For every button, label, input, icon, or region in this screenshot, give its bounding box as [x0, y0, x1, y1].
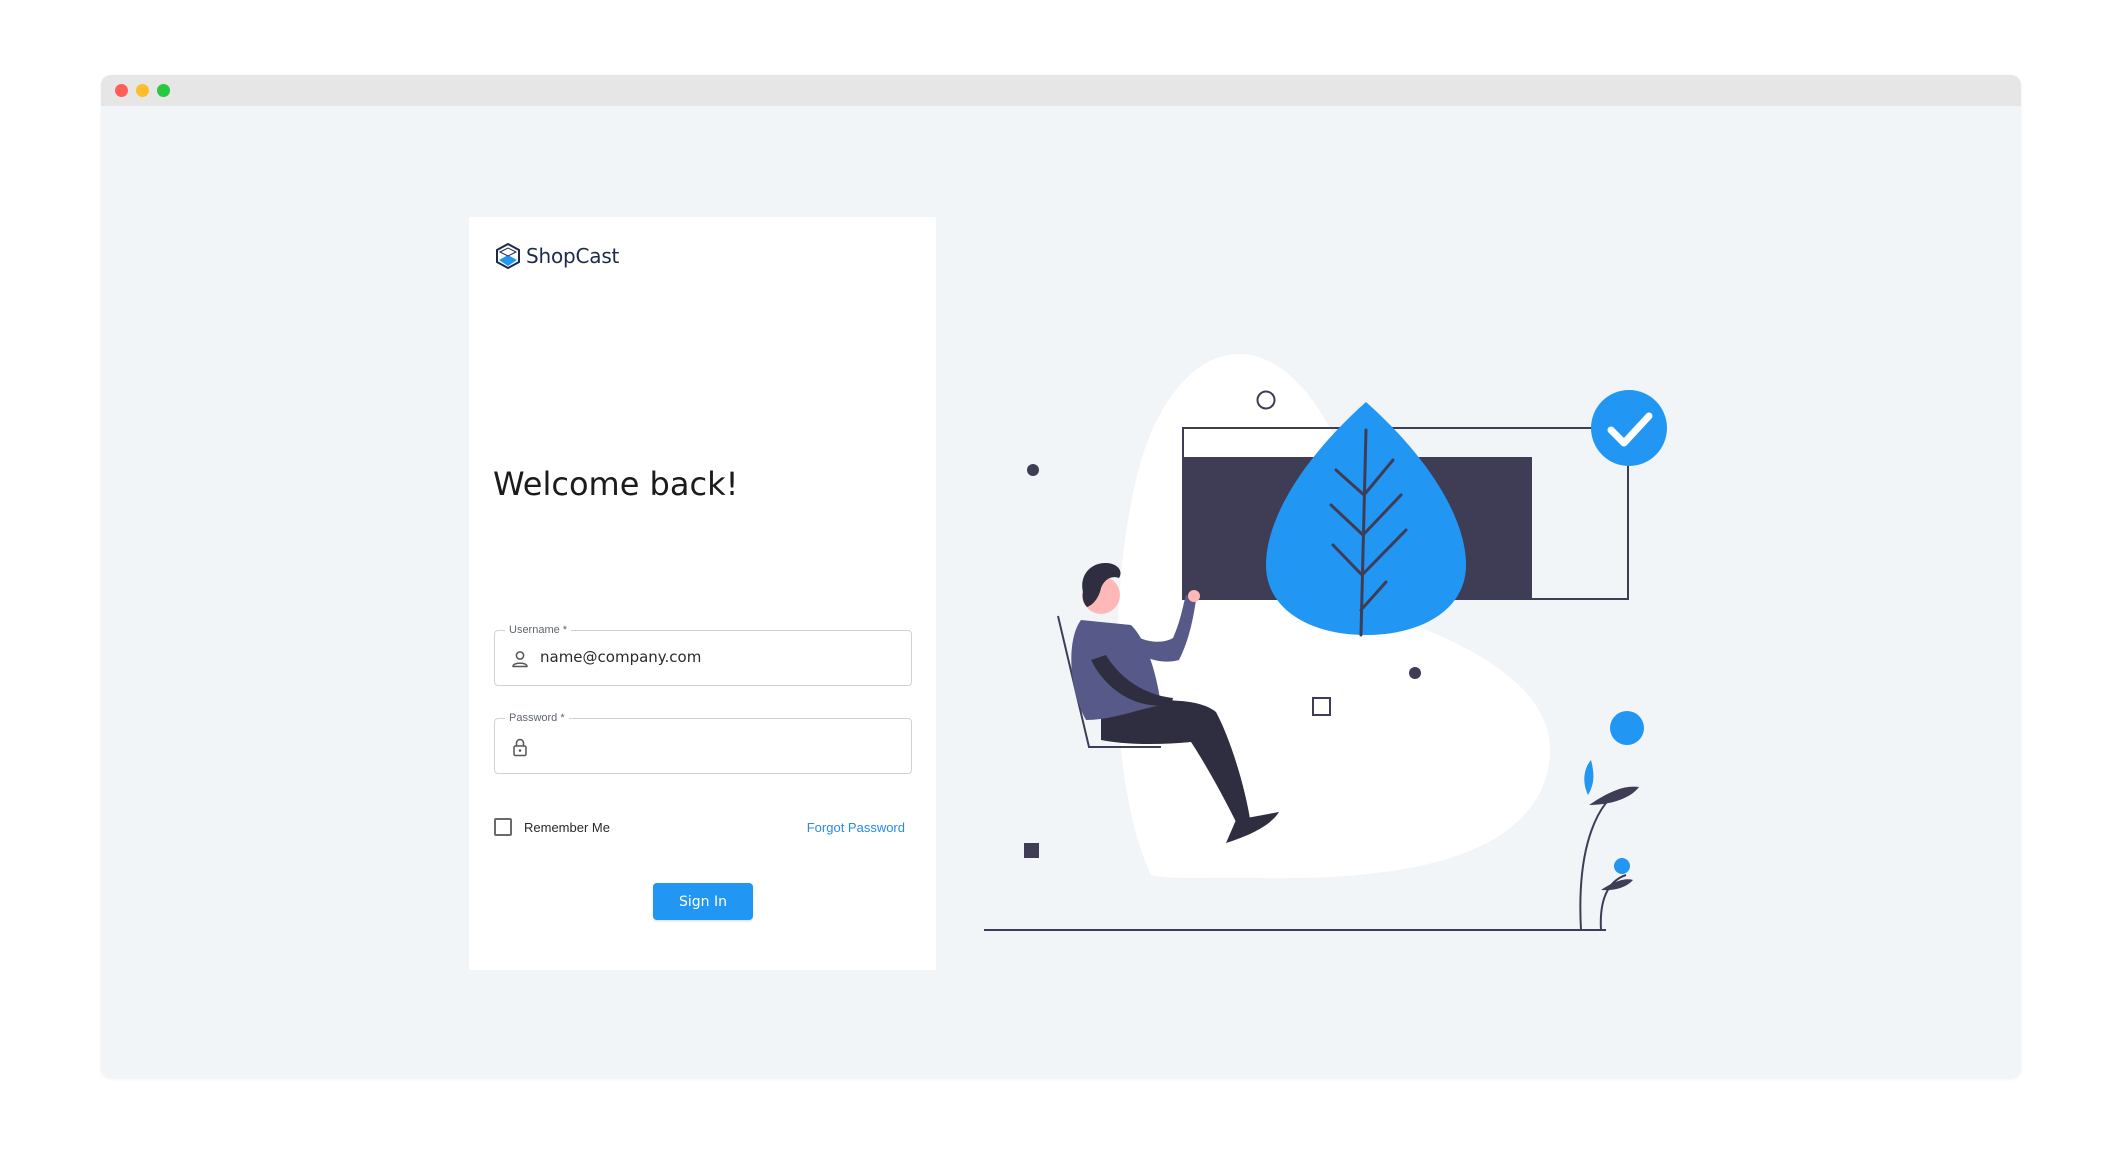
decor-square [1024, 843, 1039, 858]
person-hand [1188, 590, 1200, 602]
browser-window: ShopCast Welcome back! Username * Passwo… [101, 75, 2021, 1078]
remember-me-row: Remember Me [494, 818, 610, 836]
hexagon-logo-icon [496, 243, 520, 269]
user-icon [512, 651, 528, 668]
page-title: Welcome back! [493, 465, 739, 503]
window-title-bar [101, 75, 2021, 106]
plant-petal [1584, 760, 1594, 795]
login-card: ShopCast Welcome back! Username * Passwo… [469, 217, 936, 970]
username-field[interactable]: Username * [494, 622, 912, 686]
check-badge [1591, 390, 1667, 466]
password-field[interactable]: Password * [494, 710, 912, 774]
username-input[interactable] [540, 648, 900, 666]
remember-me-checkbox[interactable] [494, 818, 512, 836]
remember-me-label[interactable]: Remember Me [524, 820, 610, 835]
minimize-window-button[interactable] [136, 84, 149, 97]
decor-dot [1027, 464, 1039, 476]
password-label: Password * [505, 710, 569, 726]
plant-leaf [1601, 879, 1633, 891]
username-label: Username * [505, 622, 572, 638]
password-input[interactable] [540, 736, 900, 754]
sign-in-button[interactable]: Sign In [653, 883, 753, 920]
plant-flower [1614, 858, 1630, 874]
decor-dot [1409, 667, 1421, 679]
forgot-password-link[interactable]: Forgot Password [807, 820, 905, 835]
plant-flower [1610, 711, 1644, 745]
plant-leaf [1589, 786, 1639, 805]
lock-icon [513, 738, 527, 757]
login-illustration [984, 353, 1667, 931]
brand-name: ShopCast [526, 244, 620, 268]
maximize-window-button[interactable] [157, 84, 170, 97]
brand: ShopCast [496, 243, 619, 269]
close-window-button[interactable] [115, 84, 128, 97]
